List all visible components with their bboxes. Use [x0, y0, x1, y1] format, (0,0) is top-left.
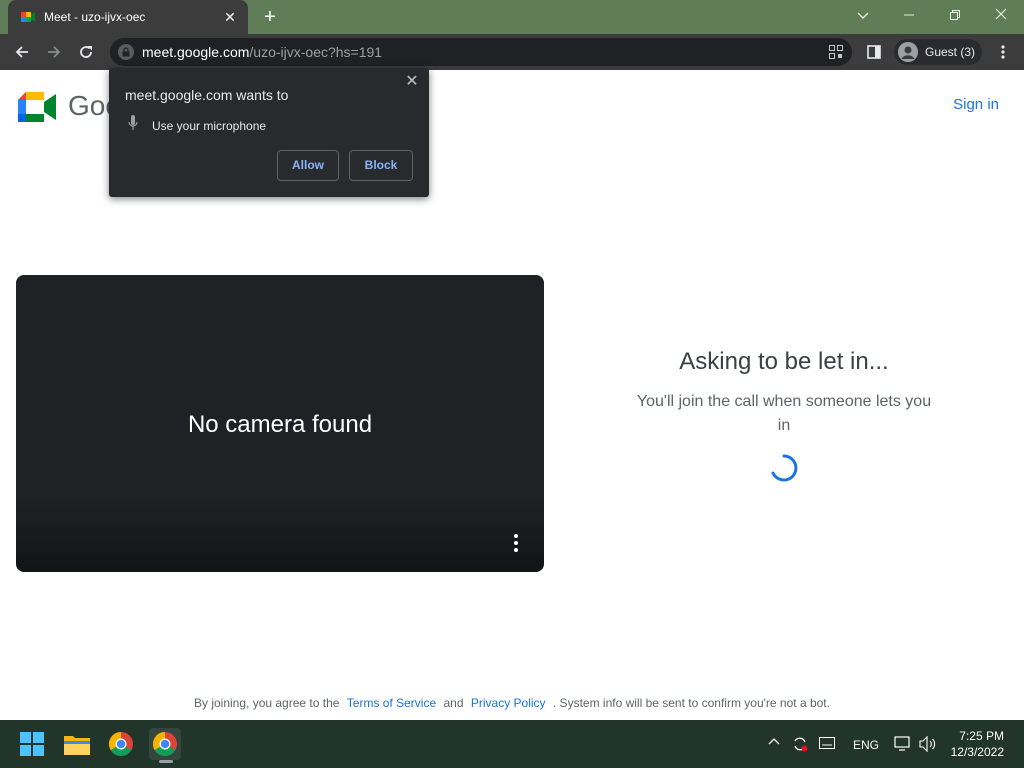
windows-start-icon[interactable] — [16, 728, 48, 760]
profile-label: Guest (3) — [925, 45, 976, 59]
permission-title: meet.google.com wants to — [125, 87, 289, 103]
tab-search-chevron-icon[interactable] — [840, 0, 886, 30]
taskbar: ENG 7:25 PM 12/3/2022 — [0, 720, 1024, 768]
footer-and: and — [443, 696, 464, 710]
restore-button[interactable] — [932, 0, 978, 30]
system-clock[interactable]: 7:25 PM 12/3/2022 — [951, 728, 1004, 760]
url-path: /uzo-ijvx-oec?hs=191 — [249, 44, 383, 60]
chrome-active-icon[interactable] — [149, 728, 181, 760]
meet-favicon-icon — [20, 9, 36, 25]
terms-of-service-link[interactable]: Terms of Service — [347, 696, 436, 710]
profile-button[interactable]: Guest (3) — [894, 39, 982, 65]
address-bar[interactable]: meet.google.com/uzo-ijvx-oec?hs=191 — [110, 38, 852, 66]
language-indicator[interactable]: ENG — [853, 738, 879, 752]
meet-logo-icon — [18, 92, 56, 122]
spinner-icon — [769, 453, 799, 483]
active-app-indicator — [159, 760, 173, 763]
video-preview: No camera found — [16, 275, 544, 572]
tab-meet[interactable]: Meet - uzo-ijvx-oec ✕ — [8, 0, 248, 34]
tab-title: Meet - uzo-ijvx-oec — [44, 10, 146, 24]
forward-icon[interactable] — [41, 39, 67, 65]
microphone-icon — [128, 115, 138, 136]
permission-request-label: Use your microphone — [152, 118, 267, 133]
new-tab-button[interactable]: + — [259, 5, 281, 29]
network-icon[interactable] — [894, 736, 912, 755]
menu-icon[interactable] — [990, 39, 1016, 65]
back-icon[interactable] — [9, 39, 35, 65]
file-explorer-icon[interactable] — [61, 728, 93, 760]
more-options-icon[interactable] — [510, 534, 522, 552]
qr-icon[interactable] — [828, 44, 844, 60]
footer-prefix: By joining, you agree to the — [194, 696, 340, 710]
close-window-button[interactable] — [978, 0, 1024, 30]
permission-request-row: Use your microphone — [128, 115, 266, 136]
clock-time: 7:25 PM — [959, 729, 1004, 743]
keyboard-icon[interactable] — [819, 737, 835, 752]
status-title: Asking to be let in... — [679, 348, 889, 375]
block-button[interactable]: Block — [349, 150, 413, 181]
footer-suffix: . System info will be sent to confirm yo… — [552, 696, 830, 710]
reload-icon[interactable] — [73, 39, 99, 65]
title-bar: Meet - uzo-ijvx-oec ✕ + — [0, 0, 1024, 34]
status-subtitle: You'll join the call when someone lets y… — [636, 393, 932, 434]
footer-disclaimer: By joining, you agree to the Terms of Se… — [0, 696, 1024, 710]
permission-popup: meet.google.com wants to ✕ Use your micr… — [109, 68, 429, 197]
lock-icon[interactable] — [118, 44, 134, 60]
chrome-icon[interactable] — [105, 728, 137, 760]
avatar-icon — [898, 42, 918, 62]
tab-close-icon[interactable]: ✕ — [222, 9, 238, 26]
minimize-button[interactable] — [886, 0, 932, 30]
sidebar-icon[interactable] — [861, 39, 887, 65]
clock-date: 12/3/2022 — [950, 745, 1004, 759]
browser-toolbar: meet.google.com/uzo-ijvx-oec?hs=191 Gues… — [0, 34, 1024, 70]
no-camera-message: No camera found — [187, 411, 373, 438]
popup-close-icon[interactable]: ✕ — [405, 74, 419, 90]
sign-in-link[interactable]: Sign in — [953, 96, 999, 113]
volume-icon[interactable] — [919, 735, 937, 755]
allow-button[interactable]: Allow — [277, 150, 339, 181]
url-host: meet.google.com — [142, 44, 250, 60]
chevron-up-icon[interactable] — [768, 734, 780, 748]
privacy-policy-link[interactable]: Privacy Policy — [471, 696, 546, 710]
sync-icon[interactable] — [792, 736, 808, 755]
